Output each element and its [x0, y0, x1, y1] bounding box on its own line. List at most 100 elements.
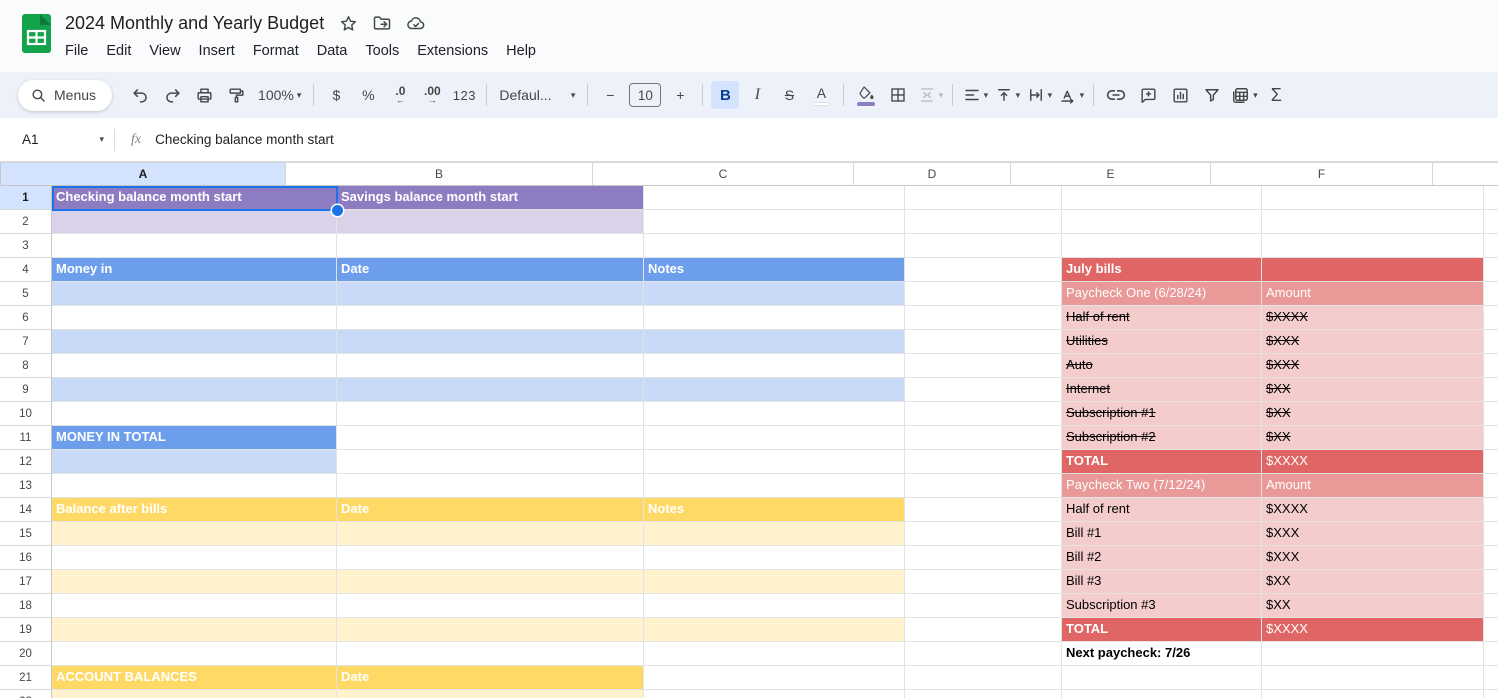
cell-A15[interactable] — [52, 522, 337, 546]
column-header-e[interactable]: E — [1011, 162, 1211, 186]
cell-E19[interactable]: TOTAL — [1062, 618, 1262, 642]
cell-F12[interactable]: $XXXX — [1262, 450, 1484, 474]
cell-F5[interactable]: Amount — [1262, 282, 1484, 306]
cell-B5[interactable] — [337, 282, 644, 306]
cell-D19[interactable] — [905, 618, 1062, 642]
cell-F11[interactable]: $XX — [1262, 426, 1484, 450]
cell-E1[interactable] — [1062, 186, 1262, 210]
row-header-8[interactable]: 8 — [0, 354, 52, 378]
cell-A19[interactable] — [52, 618, 337, 642]
cell-A22[interactable] — [52, 690, 337, 698]
cell-A11[interactable]: MONEY IN TOTAL — [52, 426, 337, 450]
cell-blank[interactable] — [1484, 234, 1498, 258]
cell-D16[interactable] — [905, 546, 1062, 570]
increase-font-size-button[interactable]: + — [666, 81, 694, 109]
name-box[interactable]: A1 ▾ — [0, 132, 112, 147]
cell-D9[interactable] — [905, 378, 1062, 402]
cell-C4[interactable]: Notes — [644, 258, 905, 282]
cell-E4[interactable]: July bills — [1062, 258, 1262, 282]
cell-blank[interactable] — [1484, 354, 1498, 378]
row-header-1[interactable]: 1 — [0, 186, 52, 210]
row-header-11[interactable]: 11 — [0, 426, 52, 450]
cell-F1[interactable] — [1262, 186, 1484, 210]
cell-D4[interactable] — [905, 258, 1062, 282]
font-size-input[interactable]: 10 — [629, 83, 661, 107]
cell-A9[interactable] — [52, 378, 337, 402]
cell-B3[interactable] — [337, 234, 644, 258]
cell-E20[interactable]: Next paycheck: 7/26 — [1062, 642, 1262, 666]
cell-E16[interactable]: Bill #2 — [1062, 546, 1262, 570]
row-header-19[interactable]: 19 — [0, 618, 52, 642]
cell-D10[interactable] — [905, 402, 1062, 426]
cell-F17[interactable]: $XX — [1262, 570, 1484, 594]
row-header-4[interactable]: 4 — [0, 258, 52, 282]
cell-D22[interactable] — [905, 690, 1062, 698]
menus-search-button[interactable]: Menus — [18, 80, 112, 111]
menu-item-edit[interactable]: Edit — [97, 40, 140, 62]
row-header-5[interactable]: 5 — [0, 282, 52, 306]
cell-C11[interactable] — [644, 426, 905, 450]
cell-B14[interactable]: Date — [337, 498, 644, 522]
cell-D11[interactable] — [905, 426, 1062, 450]
menu-item-extensions[interactable]: Extensions — [408, 40, 497, 62]
cell-C7[interactable] — [644, 330, 905, 354]
row-header-12[interactable]: 12 — [0, 450, 52, 474]
borders-button[interactable] — [884, 81, 912, 109]
cell-blank[interactable] — [1484, 330, 1498, 354]
cell-B7[interactable] — [337, 330, 644, 354]
cell-B20[interactable] — [337, 642, 644, 666]
cell-D3[interactable] — [905, 234, 1062, 258]
cell-D15[interactable] — [905, 522, 1062, 546]
cell-E17[interactable]: Bill #3 — [1062, 570, 1262, 594]
bold-button[interactable]: B — [711, 81, 739, 109]
row-header-16[interactable]: 16 — [0, 546, 52, 570]
cell-B9[interactable] — [337, 378, 644, 402]
cell-C22[interactable] — [644, 690, 905, 698]
cell-E6[interactable]: Half of rent — [1062, 306, 1262, 330]
menu-item-tools[interactable]: Tools — [356, 40, 408, 62]
cell-A14[interactable]: Balance after bills — [52, 498, 337, 522]
cell-F4[interactable] — [1262, 258, 1484, 282]
cell-D14[interactable] — [905, 498, 1062, 522]
cell-A12[interactable] — [52, 450, 337, 474]
cell-blank[interactable] — [1484, 426, 1498, 450]
cell-F7[interactable]: $XXX — [1262, 330, 1484, 354]
cell-blank[interactable] — [1484, 450, 1498, 474]
cell-B17[interactable] — [337, 570, 644, 594]
cell-F10[interactable]: $XX — [1262, 402, 1484, 426]
cell-E2[interactable] — [1062, 210, 1262, 234]
create-filter-button[interactable] — [1198, 81, 1226, 109]
decrease-font-size-button[interactable]: − — [596, 81, 624, 109]
row-header-15[interactable]: 15 — [0, 522, 52, 546]
functions-button[interactable]: Σ — [1262, 81, 1290, 109]
cell-E21[interactable] — [1062, 666, 1262, 690]
cell-F21[interactable] — [1262, 666, 1484, 690]
insert-link-button[interactable] — [1102, 81, 1130, 109]
cell-E15[interactable]: Bill #1 — [1062, 522, 1262, 546]
cell-F6[interactable]: $XXXX — [1262, 306, 1484, 330]
horizontal-align-button[interactable]: ▾ — [961, 81, 989, 109]
cell-B2[interactable] — [337, 210, 644, 234]
strikethrough-button[interactable]: S — [775, 81, 803, 109]
cell-B13[interactable] — [337, 474, 644, 498]
cell-F16[interactable]: $XXX — [1262, 546, 1484, 570]
cell-F14[interactable]: $XXXX — [1262, 498, 1484, 522]
cell-C20[interactable] — [644, 642, 905, 666]
cell-D13[interactable] — [905, 474, 1062, 498]
cell-blank[interactable] — [1484, 570, 1498, 594]
cell-B21[interactable]: Date — [337, 666, 644, 690]
document-title[interactable]: 2024 Monthly and Yearly Budget — [65, 13, 324, 34]
cell-C15[interactable] — [644, 522, 905, 546]
cell-F20[interactable] — [1262, 642, 1484, 666]
cell-blank[interactable] — [1484, 210, 1498, 234]
cell-blank[interactable] — [1484, 642, 1498, 666]
cell-C3[interactable] — [644, 234, 905, 258]
cell-A6[interactable] — [52, 306, 337, 330]
cell-blank[interactable] — [1484, 594, 1498, 618]
cell-C21[interactable] — [644, 666, 905, 690]
row-header-9[interactable]: 9 — [0, 378, 52, 402]
star-icon[interactable] — [338, 13, 358, 33]
row-header-3[interactable]: 3 — [0, 234, 52, 258]
cell-A1[interactable]: Checking balance month start — [52, 186, 337, 210]
menu-item-view[interactable]: View — [140, 40, 189, 62]
